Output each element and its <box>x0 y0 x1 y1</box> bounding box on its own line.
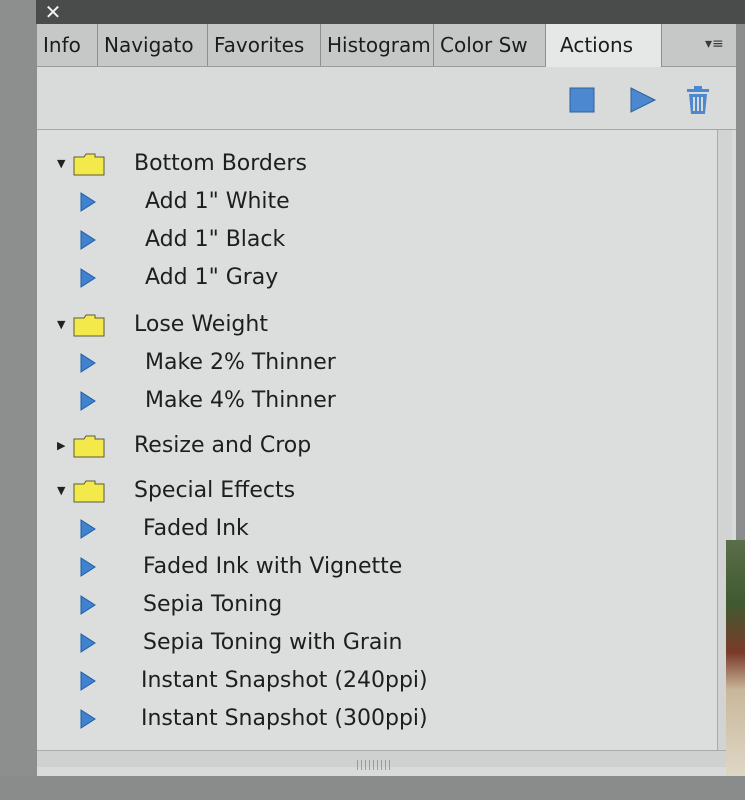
close-icon[interactable]: ✕ <box>42 0 64 24</box>
action-item[interactable]: Instant Snapshot (300ppi) <box>37 700 717 738</box>
tab-info[interactable]: Info <box>37 24 98 66</box>
action-item[interactable]: Make 2% Thinner <box>37 344 717 382</box>
action-set-label: Lose Weight <box>134 312 268 337</box>
action-label: Instant Snapshot (300ppi) <box>141 706 428 731</box>
action-set-lose-weight[interactable]: ▼ Lose Weight <box>37 306 717 344</box>
action-play-icon <box>80 230 96 250</box>
tab-color-swatches[interactable]: Color Sw <box>434 24 546 66</box>
action-set-bottom-borders[interactable]: ▼ Bottom Borders <box>37 145 717 183</box>
folder-icon <box>73 435 105 458</box>
action-set-special-effects[interactable]: ▼ Special Effects <box>37 472 717 510</box>
action-play-icon <box>80 353 96 373</box>
action-set-resize-and-crop[interactable]: ▶ Resize and Crop <box>37 427 717 465</box>
action-label: Add 1" White <box>145 189 290 214</box>
action-item[interactable]: Add 1" Gray <box>37 259 717 297</box>
action-play-icon <box>80 557 96 577</box>
actions-toolbar <box>37 67 737 130</box>
action-label: Instant Snapshot (240ppi) <box>141 668 428 693</box>
action-play-icon <box>80 671 96 691</box>
action-play-icon <box>80 192 96 212</box>
tab-navigator[interactable]: Navigato <box>98 24 208 66</box>
actions-list: ▼ Bottom Borders Add 1" White Add 1" Bla… <box>37 130 717 750</box>
expand-triangle-icon[interactable]: ▼ <box>57 145 69 183</box>
panel-title-bar[interactable] <box>36 0 745 24</box>
action-play-icon <box>80 595 96 615</box>
action-label: Make 2% Thinner <box>145 350 336 375</box>
action-item[interactable]: Add 1" Black <box>37 221 717 259</box>
action-item[interactable]: Add 1" White <box>37 183 717 221</box>
action-item[interactable]: Make 4% Thinner <box>37 382 717 420</box>
action-label: Faded Ink <box>143 516 249 541</box>
action-label: Sepia Toning <box>143 592 283 617</box>
action-set-label: Special Effects <box>134 478 296 503</box>
action-item[interactable]: Faded Ink with Vignette <box>37 548 717 586</box>
action-play-icon <box>80 633 96 653</box>
expand-triangle-icon[interactable]: ▼ <box>57 472 69 510</box>
action-set-label: Resize and Crop <box>134 433 312 458</box>
action-item[interactable]: Sepia Toning <box>37 586 717 624</box>
collapse-triangle-icon[interactable]: ▶ <box>57 427 69 465</box>
action-play-icon <box>80 268 96 288</box>
resize-grip[interactable] <box>357 760 393 770</box>
action-item[interactable]: Instant Snapshot (240ppi) <box>37 662 717 700</box>
action-label: Faded Ink with Vignette <box>143 554 403 579</box>
actions-panel: Info Navigato Favorites Histogram Color … <box>36 24 737 776</box>
expand-triangle-icon[interactable]: ▼ <box>57 306 69 344</box>
action-set-label: Bottom Borders <box>134 151 307 176</box>
play-icon[interactable] <box>627 85 657 115</box>
action-label: Sepia Toning with Grain <box>143 630 403 655</box>
action-label: Add 1" Black <box>145 227 286 252</box>
folder-icon <box>73 314 105 337</box>
action-label: Add 1" Gray <box>145 265 279 290</box>
trash-icon[interactable] <box>683 85 713 115</box>
tab-favorites[interactable]: Favorites <box>208 24 321 66</box>
panel-menu-icon[interactable]: ▾≡ <box>705 32 733 56</box>
folder-icon <box>73 480 105 503</box>
action-item[interactable]: Faded Ink <box>37 510 717 548</box>
action-play-icon <box>80 709 96 729</box>
stop-icon[interactable] <box>567 85 597 115</box>
action-item[interactable]: Sepia Toning with Grain <box>37 624 717 662</box>
folder-icon <box>73 153 105 176</box>
tab-histogram[interactable]: Histogram <box>321 24 434 66</box>
tab-actions[interactable]: Actions <box>546 24 662 67</box>
background-photo <box>726 540 745 790</box>
action-play-icon <box>80 519 96 539</box>
desktop-background-bottom <box>0 776 745 800</box>
action-label: Make 4% Thinner <box>145 388 336 413</box>
panel-tab-bar: Info Navigato Favorites Histogram Color … <box>37 24 737 67</box>
action-play-icon <box>80 391 96 411</box>
